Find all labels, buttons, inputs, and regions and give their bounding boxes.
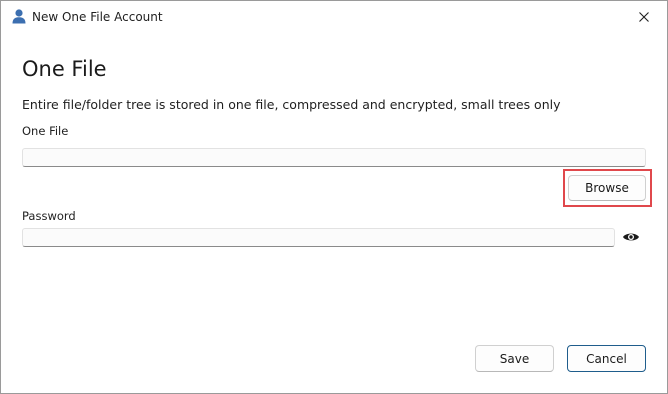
close-button[interactable] <box>621 1 667 33</box>
cancel-button[interactable]: Cancel <box>567 345 646 372</box>
password-label: Password <box>22 209 76 223</box>
dialog-window: New One File Account One File Entire fil… <box>0 0 668 394</box>
user-icon <box>12 9 26 24</box>
close-icon <box>639 12 649 22</box>
page-description: Entire file/folder tree is stored in one… <box>22 97 561 112</box>
page-title: One File <box>22 57 107 81</box>
save-button[interactable]: Save <box>475 345 554 372</box>
title-bar: New One File Account <box>1 1 667 33</box>
one-file-input[interactable] <box>22 148 646 167</box>
window-title: New One File Account <box>32 10 163 24</box>
one-file-label: One File <box>22 124 69 138</box>
show-password-button[interactable] <box>621 229 641 245</box>
eye-icon <box>623 233 639 241</box>
highlight-box <box>563 169 652 207</box>
password-input[interactable] <box>22 228 615 247</box>
